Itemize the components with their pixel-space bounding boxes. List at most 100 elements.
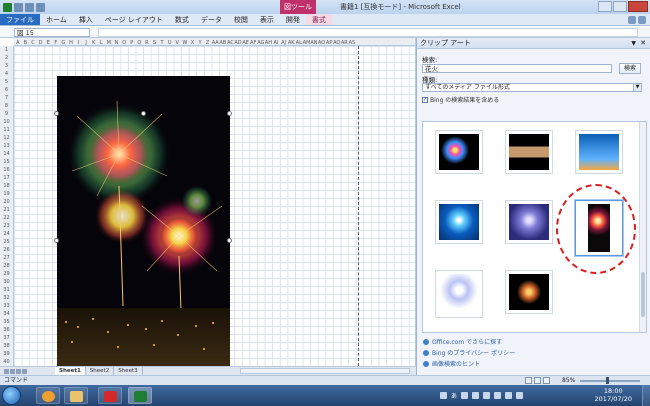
taskbar-app-red[interactable]: [98, 387, 122, 404]
row-header[interactable]: 36: [0, 326, 13, 334]
row-header[interactable]: 23: [0, 222, 13, 230]
clipart-result-1[interactable]: [435, 130, 483, 174]
clipart-result-2[interactable]: [505, 130, 553, 174]
link-office-com-label[interactable]: Office.com でさらに探す: [432, 337, 502, 346]
redo-icon[interactable]: [36, 2, 45, 12]
formula-input[interactable]: [98, 28, 638, 37]
column-header[interactable]: D: [37, 39, 45, 45]
resize-handle-left[interactable]: [54, 238, 59, 243]
column-header[interactable]: N: [113, 39, 121, 45]
start-button[interactable]: [2, 386, 21, 405]
row-header[interactable]: 18: [0, 182, 13, 190]
row-header[interactable]: 26: [0, 246, 13, 254]
ime-mode[interactable]: あ: [451, 391, 457, 400]
column-header[interactable]: M: [105, 39, 113, 45]
column-header[interactable]: R: [143, 39, 151, 45]
row-header[interactable]: 9: [0, 110, 13, 118]
row-header[interactable]: 25: [0, 238, 13, 246]
column-header[interactable]: V: [173, 39, 181, 45]
column-header[interactable]: B: [22, 39, 30, 45]
row-header[interactable]: 24: [0, 230, 13, 238]
column-header[interactable]: P: [128, 39, 136, 45]
row-header[interactable]: 5: [0, 78, 13, 86]
taskbar-explorer[interactable]: [64, 387, 88, 404]
tab-data[interactable]: データ: [195, 14, 228, 25]
column-header[interactable]: I: [75, 39, 83, 45]
row-header[interactable]: 22: [0, 214, 13, 222]
scrollbar-thumb[interactable]: [641, 272, 645, 317]
column-header[interactable]: S: [151, 39, 159, 45]
tab-file[interactable]: ファイル: [0, 14, 40, 25]
tab-formulas[interactable]: 数式: [169, 14, 195, 25]
search-input[interactable]: 花火: [422, 64, 612, 73]
media-type-select[interactable]: すべてのメディア ファイル形式 ▼: [422, 83, 642, 92]
next-sheet-icon[interactable]: [16, 368, 21, 374]
column-header[interactable]: E: [44, 39, 52, 45]
tab-review[interactable]: 校閲: [228, 14, 254, 25]
row-header[interactable]: 37: [0, 334, 13, 342]
column-header[interactable]: G: [60, 39, 68, 45]
column-header[interactable]: AB: [219, 39, 227, 45]
close-button[interactable]: [628, 1, 648, 12]
row-header[interactable]: 4: [0, 70, 13, 78]
column-header[interactable]: T: [158, 39, 166, 45]
tab-view[interactable]: 表示: [254, 14, 280, 25]
bing-checkbox[interactable]: ✓: [422, 96, 428, 103]
flag-icon[interactable]: [494, 392, 502, 399]
row-header[interactable]: 30: [0, 278, 13, 286]
fireworks-picture[interactable]: [57, 76, 230, 366]
column-header[interactable]: AI: [272, 39, 280, 45]
maximize-button[interactable]: [613, 1, 627, 12]
column-header[interactable]: AP: [325, 39, 333, 45]
row-header[interactable]: 19: [0, 190, 13, 198]
column-header[interactable]: J: [82, 39, 90, 45]
sheet-tab-3[interactable]: Sheet3: [114, 367, 143, 375]
link-bing-privacy-label[interactable]: Bing のプライバシー ポリシー: [432, 348, 515, 357]
name-box[interactable]: 図 15: [14, 28, 90, 37]
bing-checkbox-row[interactable]: ✓ Bing の検索結果を含める: [422, 95, 499, 104]
row-header[interactable]: 7: [0, 94, 13, 102]
link-bing-privacy[interactable]: Bing のプライバシー ポリシー: [423, 348, 515, 357]
link-office-com[interactable]: Office.com でさらに探す: [423, 337, 502, 346]
column-header[interactable]: AH: [265, 39, 273, 45]
column-header[interactable]: O: [120, 39, 128, 45]
tray-icon-2[interactable]: [472, 392, 480, 399]
tab-format[interactable]: 書式: [305, 14, 332, 25]
zoom-level[interactable]: 85%: [562, 376, 575, 385]
column-header[interactable]: AO: [318, 39, 326, 45]
sheet-tab-1[interactable]: Sheet1: [55, 367, 86, 375]
chevron-down-icon[interactable]: ▼: [633, 84, 641, 91]
clipart-result-4[interactable]: [435, 200, 483, 244]
row-header[interactable]: 39: [0, 350, 13, 358]
taskbar-ie[interactable]: [36, 387, 60, 404]
column-header[interactable]: AQ: [333, 39, 341, 45]
row-header[interactable]: 6: [0, 86, 13, 94]
column-header[interactable]: AA: [211, 39, 219, 45]
column-header[interactable]: AD: [234, 39, 242, 45]
row-header[interactable]: 11: [0, 126, 13, 134]
column-header[interactable]: L: [98, 39, 106, 45]
last-sheet-icon[interactable]: [22, 368, 27, 374]
column-header[interactable]: C: [29, 39, 37, 45]
row-header[interactable]: 10: [0, 118, 13, 126]
ime-icon[interactable]: [440, 392, 447, 399]
column-header[interactable]: U: [166, 39, 174, 45]
column-header[interactable]: A: [14, 39, 22, 45]
row-header[interactable]: 27: [0, 254, 13, 262]
row-header[interactable]: 15: [0, 158, 13, 166]
column-header[interactable]: AM: [303, 39, 311, 45]
minimize-button[interactable]: [598, 1, 612, 12]
zoom-slider[interactable]: [580, 377, 640, 384]
column-header[interactable]: H: [67, 39, 75, 45]
link-search-tips[interactable]: 画像検索のヒント: [423, 359, 480, 368]
column-header[interactable]: AN: [310, 39, 318, 45]
column-header[interactable]: AC: [227, 39, 235, 45]
network-icon[interactable]: [505, 392, 513, 399]
row-header[interactable]: 33: [0, 302, 13, 310]
clipart-result-7[interactable]: [435, 270, 483, 318]
clock[interactable]: 18:00 2017/07/20: [595, 387, 632, 403]
row-header[interactable]: 38: [0, 342, 13, 350]
tab-home[interactable]: ホーム: [40, 14, 73, 25]
link-search-tips-label[interactable]: 画像検索のヒント: [432, 359, 480, 368]
row-header[interactable]: 40: [0, 358, 13, 366]
